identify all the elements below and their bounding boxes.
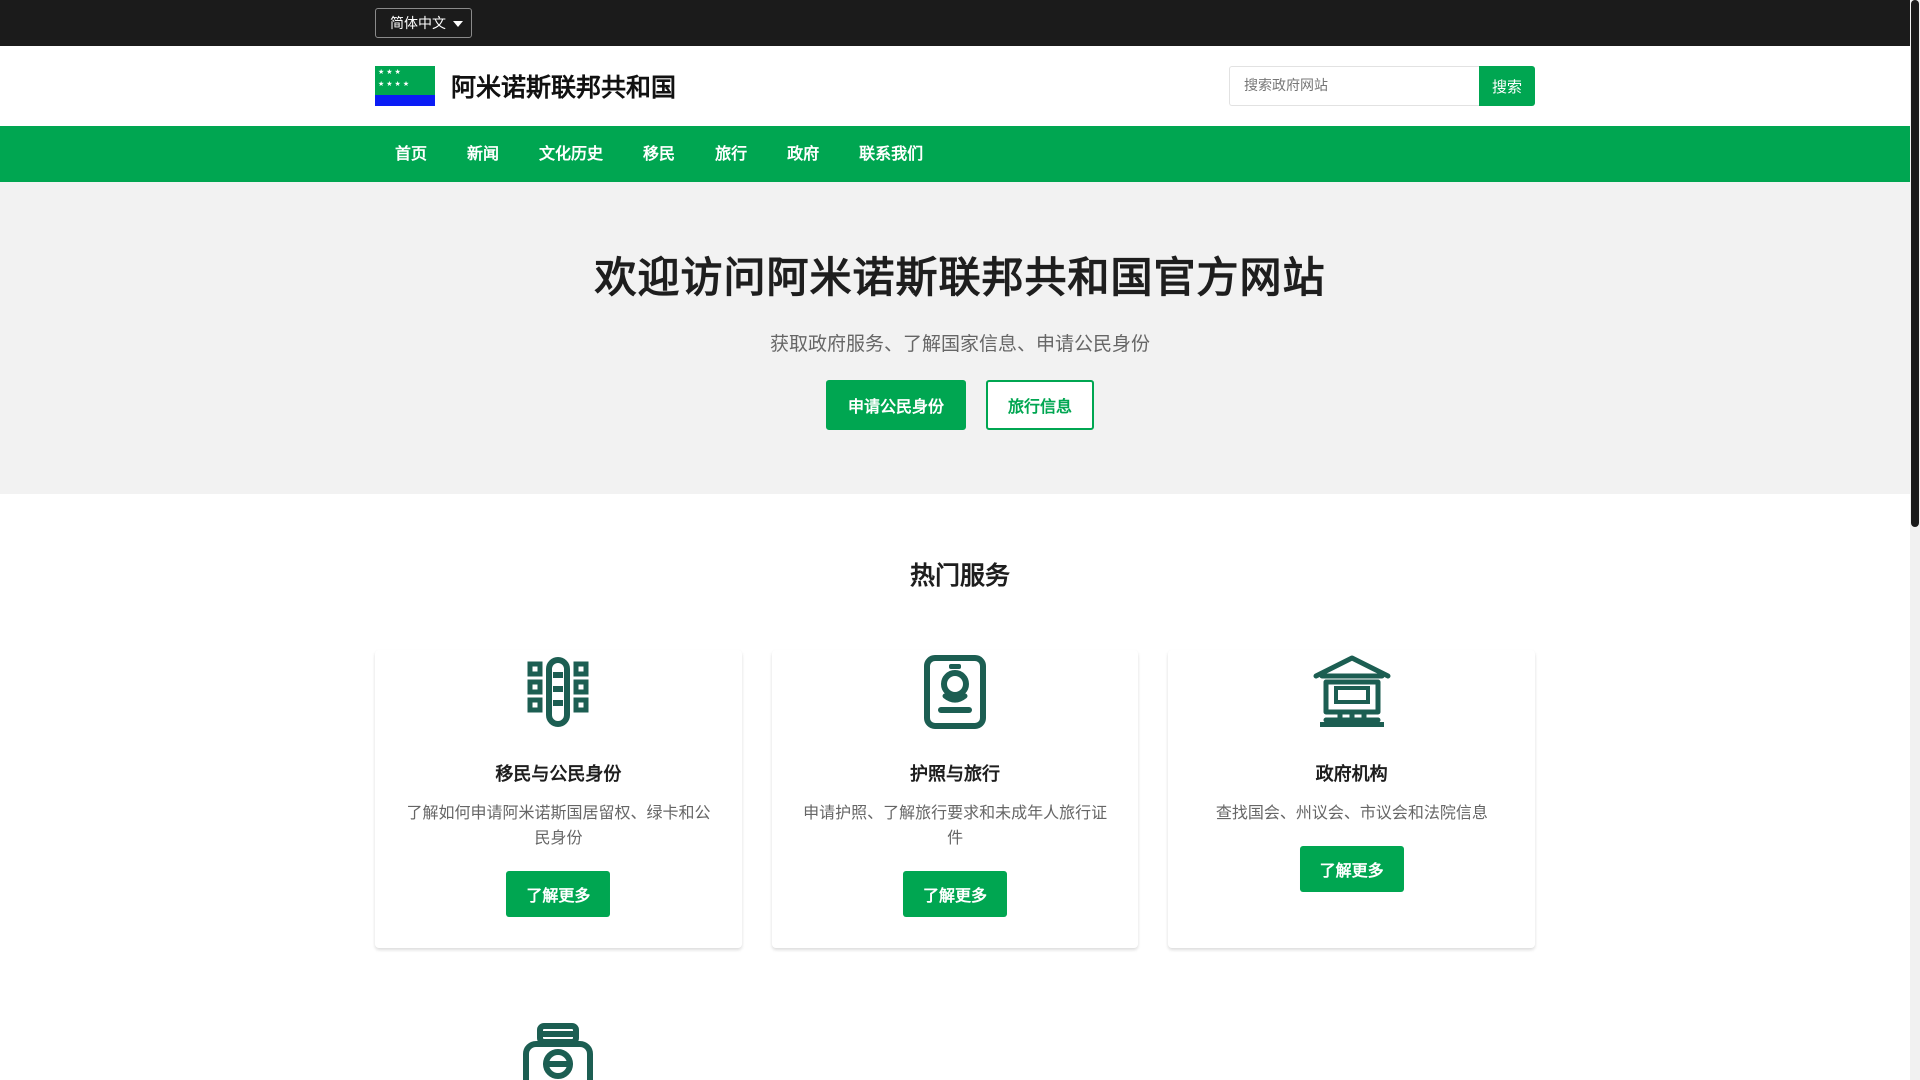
learn-more-button[interactable]: 了解更多 bbox=[506, 871, 611, 917]
nav-item-culture-history[interactable]: 文化历史 bbox=[519, 126, 623, 182]
top-bar: 简体中文 bbox=[0, 0, 1920, 46]
nav-item-government[interactable]: 政府 bbox=[767, 126, 839, 182]
service-card-passport: 护照与旅行 申请护照、了解旅行要求和未成年人旅行证件 了解更多 bbox=[771, 650, 1139, 948]
scrollbar-thumb[interactable] bbox=[1911, 0, 1919, 527]
search-button[interactable]: 搜索 bbox=[1479, 66, 1535, 106]
site-name[interactable]: 阿米诺斯联邦共和国 bbox=[451, 68, 676, 104]
service-card-title: 政府机构 bbox=[1315, 764, 1388, 785]
national-flag: ★★★ ★★★★ bbox=[375, 66, 435, 106]
nav-item-news[interactable]: 新闻 bbox=[447, 126, 519, 182]
services-section: 热门服务 bbox=[0, 494, 1920, 592]
building-grid-icon bbox=[527, 657, 589, 727]
flag-stars: ★★★ ★★★★ bbox=[378, 68, 412, 88]
service-card-immigration: 移民与公民身份 了解如何申请阿米诺斯国居留权、绿卡和公民身份 了解更多 bbox=[375, 650, 742, 948]
nav-item-immigration[interactable]: 移民 bbox=[623, 126, 695, 182]
language-select-value: 简体中文 bbox=[390, 16, 446, 32]
nav-item-travel[interactable]: 旅行 bbox=[695, 126, 767, 182]
nav-item-home[interactable]: 首页 bbox=[375, 126, 447, 182]
service-card-title: 移民与公民身份 bbox=[495, 764, 622, 785]
hero-subtitle: 获取政府服务、了解国家信息、申请公民身份 bbox=[769, 333, 1150, 355]
main-nav: 首页 新闻 文化历史 移民 旅行 政府 联系我们 bbox=[0, 126, 1920, 182]
government-building-icon bbox=[1313, 655, 1391, 727]
service-card-description: 申请护照、了解旅行要求和未成年人旅行证件 bbox=[803, 803, 1108, 847]
service-card-government: 政府机构 查找国会、州议会、市议会和法院信息 了解更多 bbox=[1168, 650, 1536, 948]
apply-citizenship-button[interactable]: 申请公民身份 bbox=[825, 380, 966, 430]
passport-icon bbox=[924, 655, 986, 729]
search-form: 搜索 bbox=[1229, 66, 1535, 106]
nav-item-contact[interactable]: 联系我们 bbox=[839, 126, 943, 182]
services-title: 热门服务 bbox=[909, 561, 1010, 590]
service-card-title: 护照与旅行 bbox=[910, 764, 1000, 785]
caret-down-icon bbox=[453, 21, 463, 27]
learn-more-button[interactable]: 了解更多 bbox=[902, 871, 1008, 917]
search-input[interactable] bbox=[1229, 66, 1479, 106]
language-select[interactable]: 简体中文 bbox=[375, 8, 472, 38]
service-card-description: 查找国会、州议会、市议会和法院信息 bbox=[1215, 803, 1488, 822]
learn-more-button[interactable]: 了解更多 bbox=[1299, 846, 1404, 892]
hero-title: 欢迎访问阿米诺斯联邦共和国官方网站 bbox=[594, 253, 1326, 302]
service-cards: 移民与公民身份 了解如何申请阿米诺斯国居留权、绿卡和公民身份 了解更多 护照与旅… bbox=[375, 650, 1536, 948]
page-scrollbar[interactable] bbox=[1910, 0, 1920, 1080]
travel-info-button[interactable]: 旅行信息 bbox=[986, 380, 1095, 430]
robot-helper-icon bbox=[523, 1023, 593, 1080]
site-header: ★★★ ★★★★ 阿米诺斯联邦共和国 搜索 bbox=[0, 46, 1920, 126]
service-card-description: 了解如何申请阿米诺斯国居留权、绿卡和公民身份 bbox=[406, 803, 711, 847]
page: 简体中文 ★★★ ★★★★ 阿米诺斯联邦共和国 搜索政府网站 搜索 首页 新闻 … bbox=[0, 0, 1920, 1080]
hero-section: 欢迎访问阿米诺斯联邦共和国官方网站 获取政府服务、了解国家信息、申请公民身份 申… bbox=[0, 182, 1920, 494]
